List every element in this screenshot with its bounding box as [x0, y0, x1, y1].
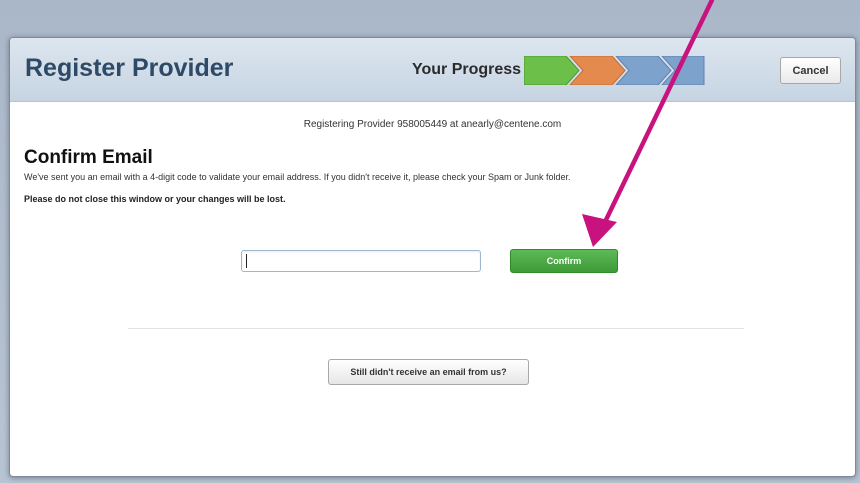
dialog-title: Register Provider [25, 54, 234, 82]
registering-email: anearly@centene.com [461, 119, 562, 130]
instructions-text: We've sent you an email with a 4-digit c… [24, 172, 571, 182]
confirm-email-heading: Confirm Email [24, 147, 153, 168]
progress-steps-graphic [524, 56, 705, 85]
warning-text: Please do not close this window or your … [24, 194, 286, 204]
section-divider [128, 328, 744, 329]
confirm-button[interactable]: Confirm [510, 249, 618, 273]
progress-indicator [524, 56, 706, 85]
dialog-header: Register Provider Your Progress Cancel [10, 38, 855, 102]
registering-prefix: Registering Provider 958005449 at [303, 119, 462, 130]
text-cursor [246, 254, 247, 268]
resend-email-button[interactable]: Still didn't receive an email from us? [328, 359, 529, 385]
progress-step-1 [524, 56, 580, 85]
progress-label: Your Progress [412, 61, 522, 78]
verification-code-input[interactable] [241, 250, 481, 272]
register-provider-dialog: Register Provider Your Progress Cancel R… [9, 37, 856, 477]
registering-provider-line: Registering Provider 958005449 at anearl… [10, 119, 855, 130]
cancel-button[interactable]: Cancel [780, 57, 841, 84]
